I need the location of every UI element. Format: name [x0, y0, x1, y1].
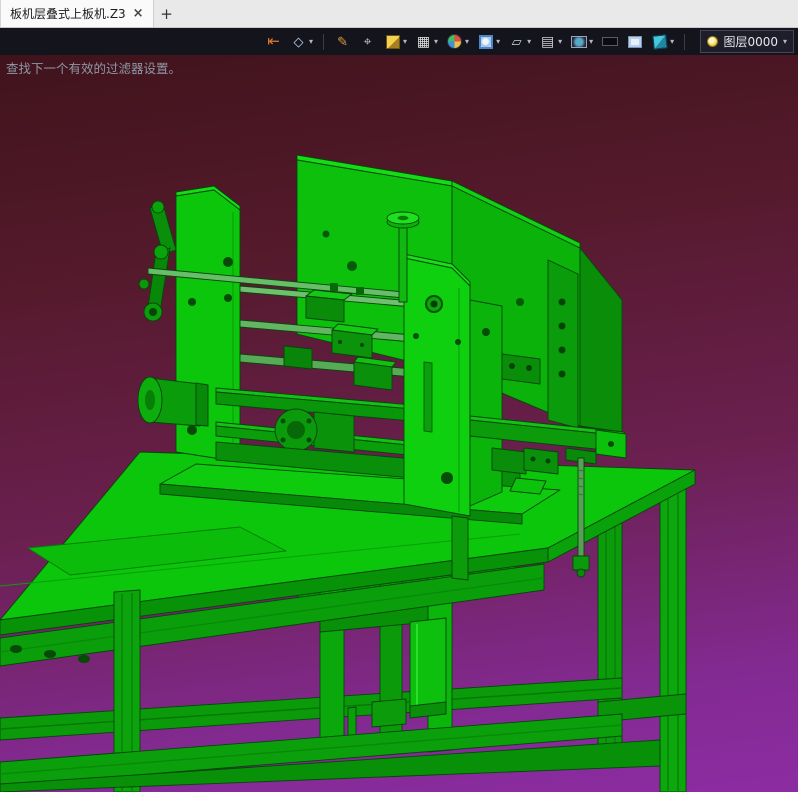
screen-icon [570, 35, 587, 48]
document-tab[interactable]: 板机层叠式上板机.Z3 × [0, 0, 154, 27]
exit-icon: ⇤ [267, 33, 280, 50]
hatch-button[interactable]: ▤ ▾ [538, 32, 563, 51]
chevron-down-icon[interactable]: ▾ [403, 37, 407, 46]
tab-bar: 板机层叠式上板机.Z3 × + [0, 0, 798, 28]
toolbar-separator [684, 33, 686, 50]
probe-icon: ⌖ [363, 33, 372, 49]
view-cube-button[interactable]: ▾ [650, 32, 675, 51]
machine-3d-model [0, 154, 696, 792]
hatch-icon: ▤ [540, 33, 555, 49]
color-pie-icon [447, 34, 463, 49]
panel-button[interactable] [625, 32, 644, 51]
layer-combo[interactable]: 图层0000 ▾ [700, 30, 794, 53]
chevron-down-icon[interactable]: ▾ [309, 37, 313, 46]
tab-title: 板机层叠式上板机.Z3 [10, 7, 126, 21]
zoom-window-icon [478, 34, 493, 49]
viewport[interactable]: 查找下一个有效的过滤器设置。 [0, 55, 798, 792]
chevron-down-icon[interactable]: ▾ [527, 37, 531, 46]
panel-icon [627, 35, 642, 48]
bulb-icon[interactable] [707, 36, 719, 47]
chevron-down-icon[interactable]: ▾ [465, 37, 469, 46]
chevron-down-icon[interactable]: ▾ [434, 37, 438, 46]
background-icon [601, 37, 618, 46]
pencil-icon: ✎ [337, 34, 348, 49]
chevron-down-icon[interactable]: ▾ [589, 37, 593, 46]
view-cube-icon [651, 33, 668, 50]
toolbar-separator [323, 33, 325, 50]
clip-plane-icon: ▱ [511, 34, 522, 49]
layer-combo-label: 图层0000 [723, 35, 778, 49]
background-button[interactable] [600, 32, 619, 51]
chevron-down-icon[interactable]: ▾ [496, 37, 500, 46]
shaded-display-button[interactable]: ▾ [383, 32, 408, 51]
exit-button[interactable]: ⇤ [264, 32, 283, 51]
wireframe-cube-icon: ▦ [416, 33, 431, 49]
chevron-down-icon[interactable]: ▾ [783, 37, 787, 46]
new-tab-button[interactable]: + [154, 0, 180, 27]
pencil-button[interactable]: ✎ [333, 32, 352, 51]
note-button[interactable]: ◇ ▾ [289, 32, 314, 51]
color-mode-button[interactable]: ▾ [445, 32, 470, 51]
screen-display-button[interactable]: ▾ [569, 32, 594, 51]
probe-button[interactable]: ⌖ [358, 32, 377, 51]
zoom-window-button[interactable]: ▾ [476, 32, 501, 51]
app-window: 板机层叠式上板机.Z3 × + ⇤ ◇ ▾ ✎ ⌖ ▾ ▦ ▾ ▾ ▾ ▱ ▾ … [0, 0, 798, 792]
chevron-down-icon[interactable]: ▾ [558, 37, 562, 46]
toolbar: ⇤ ◇ ▾ ✎ ⌖ ▾ ▦ ▾ ▾ ▾ ▱ ▾ ▤ ▾ ▾ ▾ 图层0000 ▾ [0, 28, 798, 55]
status-message: 查找下一个有效的过滤器设置。 [6, 61, 182, 76]
shaded-cube-icon [385, 34, 400, 49]
tab-close-icon[interactable]: × [133, 7, 144, 20]
chevron-down-icon[interactable]: ▾ [670, 37, 674, 46]
wireframe-display-button[interactable]: ▦ ▾ [414, 32, 439, 51]
note-icon: ◇ [293, 34, 304, 49]
clip-plane-button[interactable]: ▱ ▾ [507, 32, 532, 51]
